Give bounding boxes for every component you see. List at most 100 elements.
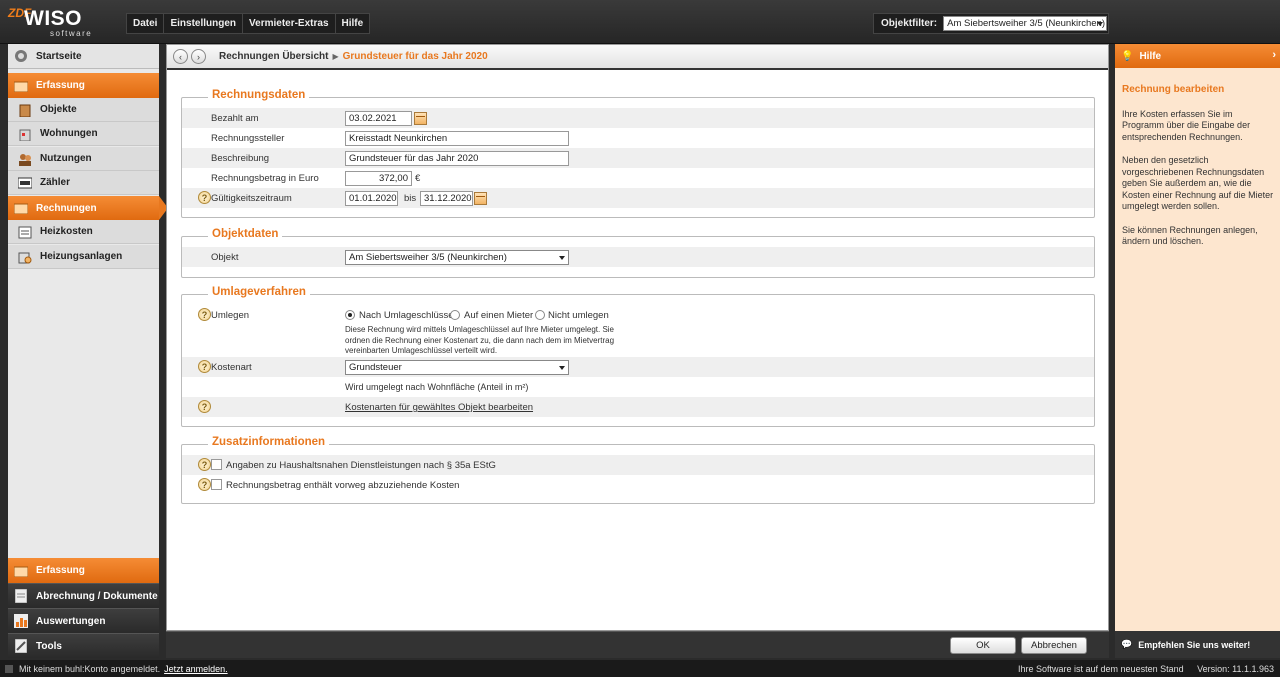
menu-vermieter-extras[interactable]: Vermieter-Extras — [243, 14, 336, 33]
sidebar-section-erfassung[interactable]: Erfassung — [8, 73, 159, 98]
sidebar-item-wohnungen[interactable]: Wohnungen — [8, 122, 159, 146]
chevron-down-icon — [559, 366, 565, 370]
objektfilter-select[interactable]: Am Siebertsweiher 3/5 (Neunkirchen) — [943, 16, 1108, 31]
sidebar-bottom-label: Tools — [36, 640, 62, 652]
sidebar-bottom-label: Abrechnung / Dokumente — [36, 590, 158, 602]
sidebar-item-heizkosten[interactable]: Heizkosten — [8, 220, 159, 244]
ok-button[interactable]: OK — [950, 637, 1016, 654]
verteilung-text: Wird umgelegt nach Wohnfläche (Anteil in… — [345, 382, 529, 392]
currency-label: € — [415, 173, 421, 184]
zeitraum-label: Gültigkeitszeitraum — [211, 193, 292, 204]
bezahlt-input[interactable]: 03.02.2021 — [345, 111, 412, 126]
help-icon[interactable]: ? — [198, 458, 211, 471]
section-rechnungsdaten: Rechnungsdaten Bezahlt am 03.02.2021 Rec… — [181, 89, 1095, 218]
row-kostenarten-link: ? Kostenarten für gewähltes Objekt bearb… — [182, 397, 1094, 417]
kostenart-select[interactable]: Grundsteuer — [345, 360, 569, 375]
help-icon[interactable]: ? — [198, 478, 211, 491]
cancel-button[interactable]: Abbrechen — [1021, 637, 1087, 654]
help-icon[interactable]: ? — [198, 360, 211, 373]
zeitraum-to-input[interactable]: 31.12.2020 — [420, 191, 473, 206]
sidebar-bottom-auswertungen[interactable]: Auswertungen — [8, 608, 159, 633]
row-objekt: Objekt Am Siebertsweiher 3/5 (Neunkirche… — [182, 247, 1094, 267]
sidebar-bottom-abrechnung[interactable]: Abrechnung / Dokumente — [8, 583, 159, 608]
help-header[interactable]: 💡 Hilfe › — [1115, 44, 1280, 68]
sidebar-item-heizungsanlagen[interactable]: Heizungsanlagen — [8, 245, 159, 269]
row-check-vorweg: ? Rechnungsbetrag enthält vorweg abzuzie… — [182, 475, 1094, 495]
sidebar-item-zaehler[interactable]: Zähler — [8, 171, 159, 195]
back-button[interactable]: ‹ — [173, 49, 188, 64]
radio-auf-einen-mieter[interactable] — [450, 310, 460, 320]
wiso-logo: ZDF WISO software — [8, 6, 98, 38]
sidebar-bottom-label: Auswertungen — [36, 615, 106, 627]
radio-nicht-umlegen[interactable] — [535, 310, 545, 320]
section-zusatzinformationen: Zusatzinformationen ? Angaben zu Haushal… — [181, 436, 1095, 504]
status-bar: Mit keinem buhl:Konto angemeldet. Jetzt … — [0, 660, 1280, 677]
help-content: Rechnung bearbeiten Ihre Kosten erfassen… — [1122, 84, 1277, 260]
help-icon[interactable]: ? — [198, 191, 211, 204]
zeitraum-from-input[interactable]: 01.01.2020 — [345, 191, 398, 206]
folder-icon — [13, 78, 29, 94]
version-label: Version: 11.1.1.963 — [1197, 663, 1274, 674]
checkbox-haushaltsnahe[interactable] — [211, 459, 222, 470]
menu-datei[interactable]: Datei — [127, 14, 165, 33]
logo-wiso: WISO — [24, 7, 82, 30]
forward-button[interactable]: › — [191, 49, 206, 64]
sidebar-item-objekte[interactable]: Objekte — [8, 98, 159, 122]
breadcrumb-current: Grundsteuer für das Jahr 2020 — [342, 51, 488, 62]
sidebar-item-label: Objekte — [40, 104, 77, 115]
tools-icon — [13, 638, 29, 654]
building-icon — [17, 102, 33, 118]
help-icon[interactable]: ? — [198, 400, 211, 413]
recommend-label: Empfehlen Sie uns weiter! — [1138, 639, 1251, 650]
heating-cost-icon — [17, 224, 33, 240]
objekt-select[interactable]: Am Siebertsweiher 3/5 (Neunkirchen) — [345, 250, 569, 265]
logo-software: software — [50, 29, 93, 38]
calendar-icon[interactable] — [474, 192, 487, 205]
menu-bar: Datei Einstellungen Vermieter-Extras Hil… — [126, 13, 371, 34]
chevron-right-icon[interactable]: › — [1272, 49, 1276, 61]
kostenart-label: Kostenart — [211, 362, 252, 373]
objekt-value: Am Siebertsweiher 3/5 (Neunkirchen) — [349, 252, 507, 263]
sidebar-bottom-tools[interactable]: Tools — [8, 633, 159, 658]
beschreibung-input[interactable]: Grundsteuer für das Jahr 2020 — [345, 151, 569, 166]
sidebar-item-label: Rechnungen — [36, 202, 97, 214]
lightbulb-icon: 💡 — [1121, 50, 1134, 62]
radio-nach-umlageschluessel[interactable] — [345, 310, 355, 320]
folder-icon — [13, 563, 29, 579]
checkbox-vorweg-kosten[interactable] — [211, 479, 222, 490]
breadcrumb-parent[interactable]: Rechnungen Übersicht — [219, 51, 328, 62]
betrag-input[interactable]: 372,00 — [345, 171, 412, 186]
info-line: Diese Rechnung wird mittels Umlageschlüs… — [345, 325, 615, 334]
menu-hilfe[interactable]: Hilfe — [336, 14, 370, 33]
update-status: Ihre Software ist auf dem neuesten Stand — [1018, 663, 1184, 674]
umlage-info-text: Diese Rechnung wird mittels Umlageschlüs… — [345, 325, 614, 357]
checkbox-label: Angaben zu Haushaltsnahen Dienstleistung… — [226, 460, 496, 471]
home-icon — [13, 48, 29, 64]
row-verteilung: Wird umgelegt nach Wohnfläche (Anteil in… — [182, 377, 1094, 397]
objektfilter-value: Am Siebertsweiher 3/5 (Neunkirchen) — [947, 18, 1105, 29]
breadcrumb-separator-icon: ▶ — [332, 52, 339, 61]
kostenarten-edit-link[interactable]: Kostenarten für gewähltes Objekt bearbei… — [345, 402, 533, 413]
radio-label: Nach Umlageschlüssel — [359, 310, 456, 321]
help-panel: 💡 Hilfe › Rechnung bearbeiten Ihre Koste… — [1115, 44, 1280, 658]
sidebar-item-label: Nutzungen — [40, 153, 92, 164]
sidebar-startseite-label: Startseite — [36, 50, 82, 62]
bezahlt-label: Bezahlt am — [211, 113, 259, 124]
sidebar-startseite[interactable]: Startseite — [8, 44, 159, 69]
sidebar-item-nutzungen[interactable]: Nutzungen — [8, 147, 159, 171]
steller-input[interactable]: Kreisstadt Neunkirchen — [345, 131, 569, 146]
help-icon[interactable]: ? — [198, 308, 211, 321]
chevron-down-icon — [559, 256, 565, 260]
calendar-icon[interactable] — [414, 112, 427, 125]
login-link[interactable]: Jetzt anmelden. — [164, 664, 228, 674]
heating-system-icon — [17, 249, 33, 265]
radio-label: Nicht umlegen — [548, 310, 609, 321]
breadcrumb: ‹ › Rechnungen Übersicht ▶ Grundsteuer f… — [167, 45, 1108, 70]
sidebar-item-rechnungen[interactable]: Rechnungen — [8, 196, 168, 220]
invoice-icon — [13, 200, 29, 216]
sidebar-item-label: Heizungsanlagen — [40, 251, 123, 262]
menu-einstellungen[interactable]: Einstellungen — [164, 14, 244, 33]
sidebar-bottom-erfassung[interactable]: Erfassung — [8, 558, 159, 583]
help-paragraph: Ihre Kosten erfassen Sie im Programm übe… — [1122, 108, 1251, 142]
recommend-bar[interactable]: 💬 Empfehlen Sie uns weiter! — [1115, 631, 1280, 658]
